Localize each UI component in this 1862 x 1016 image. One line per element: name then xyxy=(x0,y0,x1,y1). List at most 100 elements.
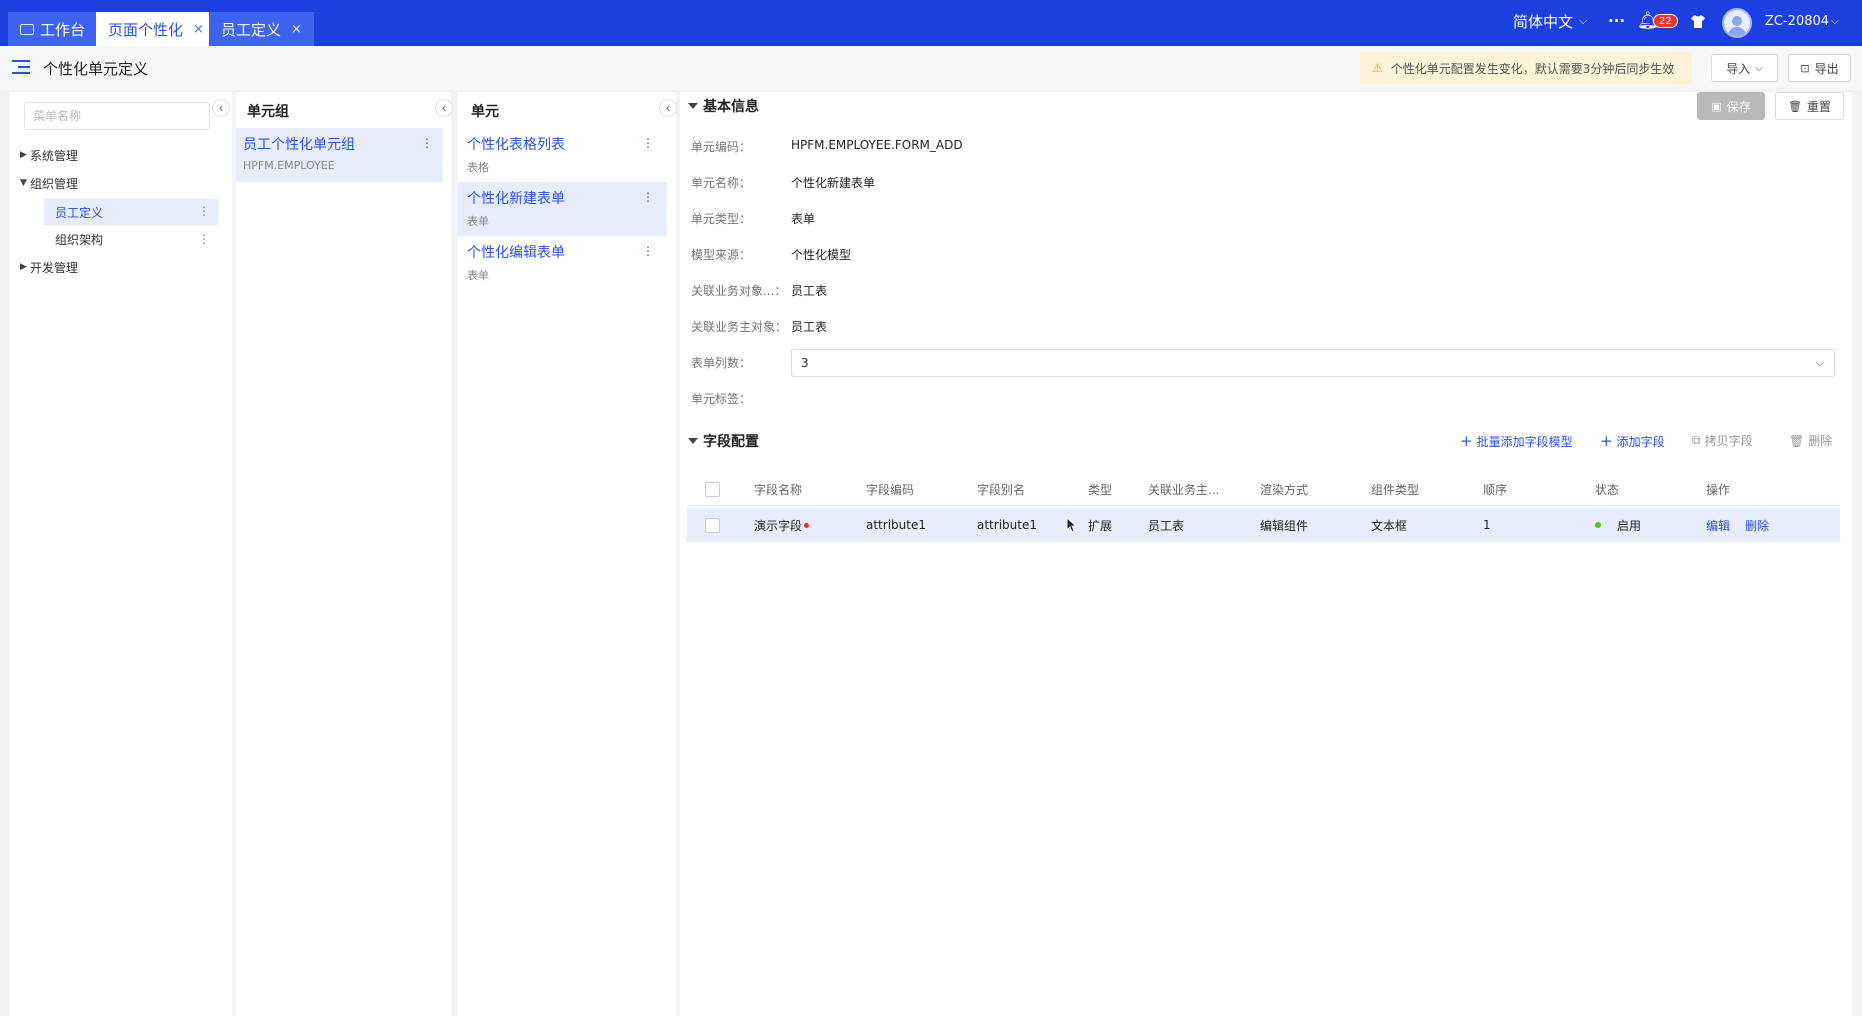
add-field-button[interactable]: + 添加字段 xyxy=(1600,432,1665,450)
field-table-header: 字段名称 字段编码 字段别名 类型 关联业务主... 渲染方式 组件类型 顺序 … xyxy=(687,474,1840,506)
column-header: 字段名称 xyxy=(754,483,803,497)
caret-right-icon: ▶ xyxy=(20,262,27,272)
close-icon[interactable]: × xyxy=(291,22,302,37)
export-button[interactable]: ⊡ 导出 xyxy=(1788,54,1851,82)
reset-button[interactable]: 🗑︎ 重置 xyxy=(1775,92,1844,120)
save-icon: ▣ xyxy=(1711,99,1722,113)
cell-render-mode: 编辑组件 xyxy=(1260,518,1309,533)
copy-field-button[interactable]: ⧉ 拷贝字段 xyxy=(1692,432,1753,449)
field-value-unit-type: 表单 xyxy=(791,212,816,226)
column-header: 字段编码 xyxy=(866,483,915,497)
desktop-icon xyxy=(20,23,34,35)
action-label: 拷贝字段 xyxy=(1704,434,1753,448)
field-value-unit-name: 个性化新建表单 xyxy=(791,176,876,190)
caret-right-icon: ▶ xyxy=(20,150,27,160)
section-title: 字段配置 xyxy=(703,434,759,450)
batch-add-field-model-button[interactable]: + 批量添加字段模型 xyxy=(1460,432,1573,450)
language-switch[interactable]: 简体中文 ⌵ xyxy=(1513,0,1587,42)
unit-type: 表单 xyxy=(467,215,489,228)
collapse-left-icon[interactable]: ‹ xyxy=(659,99,677,117)
more-vertical-icon[interactable]: ⋮ xyxy=(642,244,654,258)
edit-link[interactable]: 编辑 xyxy=(1706,508,1730,542)
unit-group-header: 单元组 xyxy=(247,104,289,120)
tree-label: 组织管理 xyxy=(30,176,79,191)
select-value: 3 xyxy=(801,356,809,370)
tree-item-org-structure[interactable]: 组织架构 xyxy=(55,227,103,251)
field-name-text: 演示字段 xyxy=(754,518,803,533)
basic-info-section-header[interactable]: 基本信息 xyxy=(688,96,759,116)
unit-group-card-text: 员工个性化单元组 HPFM.EMPLOYEE xyxy=(243,134,355,172)
column-header: 状态 xyxy=(1595,483,1620,497)
tab-page-personalization[interactable]: 页面个性化 × xyxy=(96,12,216,46)
cell-field-type: 扩展 xyxy=(1088,518,1113,533)
field-label-form-columns: 表单列数： xyxy=(691,356,752,370)
unit-card[interactable]: 个性化编辑表单 表单 xyxy=(467,242,565,283)
save-button[interactable]: ▣ 保存 xyxy=(1697,92,1765,120)
row-checkbox[interactable] xyxy=(705,508,720,542)
detail-panel xyxy=(680,92,1852,1016)
more-vertical-icon[interactable]: ⋮ xyxy=(642,136,654,150)
chevron-down-icon: ⌵ xyxy=(1755,62,1763,74)
more-vertical-icon[interactable]: ⋮ xyxy=(198,232,210,246)
top-navigation-bar: 工作台 页面个性化 × 员工定义 × 简体中文 ⌵ ··· 🔔︎ 22 ZC-2… xyxy=(0,0,1862,46)
field-label-related-biz-object: 关联业务对象...： xyxy=(691,284,787,298)
field-label-unit-tag: 单元标签： xyxy=(691,392,752,406)
avatar[interactable] xyxy=(1722,8,1752,38)
tree-item-system[interactable]: ▶ 系统管理 xyxy=(20,143,78,167)
more-vertical-icon[interactable]: ⋮ xyxy=(642,190,654,204)
unit-title: 个性化表格列表 xyxy=(467,137,565,153)
unit-card[interactable]: 个性化新建表单 表单 xyxy=(467,188,565,229)
cell-field-code: attribute1 xyxy=(866,518,926,532)
tab-workbench[interactable]: 工作台 xyxy=(8,12,98,46)
user-menu[interactable]: ZC-20804 ⌵ xyxy=(1765,0,1839,42)
tab-employee-definition[interactable]: 员工定义 × xyxy=(209,12,314,46)
import-label: 导入 xyxy=(1726,61,1751,76)
status-text: 启用 xyxy=(1617,518,1642,533)
status-dot-icon xyxy=(1595,522,1601,528)
tree-item-development[interactable]: ▶ 开发管理 xyxy=(20,255,78,279)
table-row[interactable]: 演示字段 attribute1 attribute1 扩展 员工表 编辑组件 文… xyxy=(687,508,1840,542)
cell-status: 启用 xyxy=(1595,508,1641,542)
menu-search-input[interactable]: 菜单名称 xyxy=(24,102,210,130)
unit-title: 个性化新建表单 xyxy=(467,191,565,207)
field-label-unit-name: 单元名称： xyxy=(691,176,752,190)
unit-type: 表格 xyxy=(467,161,489,174)
collapse-left-icon[interactable]: ‹ xyxy=(212,99,230,117)
trash-icon: 🗑︎ xyxy=(1788,99,1802,113)
unit-group-title: 员工个性化单元组 xyxy=(243,137,355,153)
plus-icon: + xyxy=(1600,432,1613,450)
warning-icon: ⚠ xyxy=(1372,61,1383,75)
chevron-down-icon: ⌵ xyxy=(1831,15,1839,27)
export-icon: ⊡ xyxy=(1800,61,1810,75)
field-value-related-biz-object: 员工表 xyxy=(791,284,828,298)
delete-field-button[interactable]: 🗑︎ 删除 xyxy=(1789,432,1832,449)
tree-item-employee-definition[interactable]: 员工定义 xyxy=(55,200,103,224)
units-header: 单元 xyxy=(471,104,499,120)
cell-field-alias: attribute1 xyxy=(977,518,1037,532)
collapse-left-icon[interactable]: ‹ xyxy=(435,99,453,117)
close-icon[interactable]: × xyxy=(193,22,204,37)
menu-toggle-icon[interactable] xyxy=(12,60,30,74)
select-all-checkbox[interactable] xyxy=(705,474,720,505)
form-columns-select[interactable]: 3 ⌵ xyxy=(791,349,1835,377)
cell-component-type: 文本框 xyxy=(1371,518,1408,533)
tree-label: 系统管理 xyxy=(30,148,79,163)
chevron-down-icon: ⌵ xyxy=(1579,14,1588,27)
shirt-icon[interactable] xyxy=(1690,0,1706,42)
field-config-section-header[interactable]: 字段配置 xyxy=(688,431,759,451)
field-label-unit-code: 单元编码： xyxy=(691,140,752,154)
tree-item-organization[interactable]: ▼ 组织管理 xyxy=(20,171,78,195)
reset-label: 重置 xyxy=(1806,99,1831,114)
more-vertical-icon[interactable]: ⋮ xyxy=(421,136,433,150)
caret-down-icon: ▼ xyxy=(20,178,27,188)
more-vertical-icon[interactable]: ⋮ xyxy=(198,204,210,218)
more-menu-button[interactable]: ··· xyxy=(1608,0,1625,42)
plus-icon: + xyxy=(1460,432,1473,450)
delete-link[interactable]: 删除 xyxy=(1745,508,1769,542)
action-label: 添加字段 xyxy=(1616,434,1665,449)
tree-label: 员工定义 xyxy=(55,205,104,220)
field-value-unit-code: HPFM.EMPLOYEE.FORM_ADD xyxy=(791,138,963,152)
import-button[interactable]: 导入 ⌵ xyxy=(1711,54,1778,82)
field-label-related-main-object: 关联业务主对象： xyxy=(691,320,788,334)
unit-card[interactable]: 个性化表格列表 表格 xyxy=(467,134,565,175)
